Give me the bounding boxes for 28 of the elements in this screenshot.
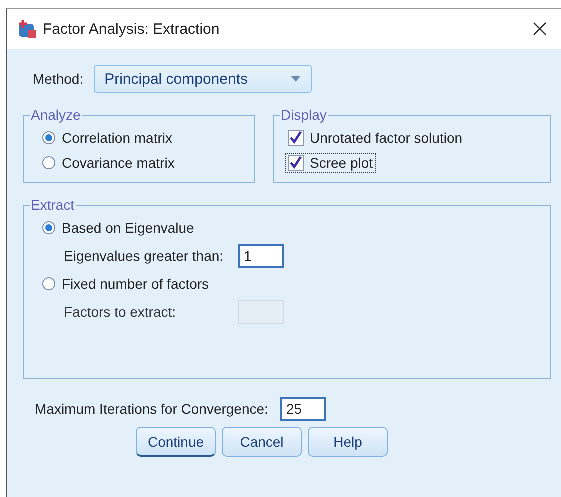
- method-dropdown[interactable]: Principal components: [94, 65, 312, 93]
- radio-button[interactable]: [42, 156, 56, 170]
- iterations-label: Maximum Iterations for Convergence:: [35, 401, 268, 417]
- radio-button[interactable]: [42, 131, 56, 145]
- group-title: Display: [280, 107, 328, 123]
- option-label: Based on Eigenvalue: [62, 220, 194, 236]
- dialog-button[interactable]: Continue: [136, 427, 216, 457]
- field-label: Factors to extract:: [64, 304, 178, 320]
- checkbox[interactable]: [288, 130, 304, 146]
- option-label: Scree plot: [310, 155, 374, 171]
- app-icon: [17, 19, 37, 39]
- dialog-button[interactable]: Cancel: [222, 427, 302, 457]
- input-field[interactable]: 1: [238, 244, 284, 268]
- group-title: Extract: [30, 197, 76, 213]
- group-title: Analyze: [30, 107, 82, 123]
- input-field[interactable]: 25: [280, 397, 326, 421]
- radio-button[interactable]: [42, 221, 56, 235]
- checkbox[interactable]: [288, 155, 304, 171]
- method-label: Method:: [33, 71, 84, 87]
- option-label: Correlation matrix: [62, 130, 172, 146]
- dialog-button[interactable]: Help: [308, 427, 388, 457]
- option-label: Fixed number of factors: [62, 276, 210, 292]
- option-label: Unrotated factor solution: [310, 130, 463, 146]
- field-label: Eigenvalues greater than:: [64, 248, 225, 264]
- window-title: Factor Analysis: Extraction: [43, 20, 221, 38]
- option-label: Covariance matrix: [62, 155, 175, 171]
- close-icon[interactable]: [533, 22, 547, 36]
- dropdown-caret-icon: [290, 76, 301, 82]
